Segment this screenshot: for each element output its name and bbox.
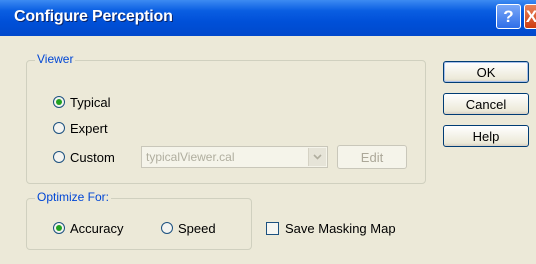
- optimize-group-label: Optimize For:: [35, 190, 112, 204]
- chevron-down-icon[interactable]: [308, 148, 326, 166]
- radio-button[interactable]: [161, 222, 173, 234]
- radio-accuracy-label: Accuracy: [70, 220, 124, 236]
- radio-speed[interactable]: Speed: [161, 219, 216, 237]
- radio-expert[interactable]: Expert: [53, 119, 108, 137]
- radio-typical-label: Typical: [70, 94, 111, 110]
- radio-typical[interactable]: Typical: [53, 93, 110, 111]
- cancel-button[interactable]: Cancel: [443, 93, 529, 115]
- close-icon[interactable]: X: [524, 4, 536, 29]
- radio-button[interactable]: [53, 151, 65, 163]
- viewer-group-label: Viewer: [35, 52, 76, 66]
- radio-button[interactable]: [53, 222, 65, 234]
- help-icon[interactable]: ?: [496, 4, 521, 29]
- save-masking-map-checkbox[interactable]: [266, 221, 279, 235]
- edit-button[interactable]: Edit: [337, 145, 407, 169]
- custom-viewer-value: typicalViewer.cal: [146, 150, 235, 164]
- radio-accuracy[interactable]: Accuracy: [53, 219, 123, 237]
- radio-custom-label: Custom: [70, 149, 115, 165]
- title-bar[interactable]: Configure Perception ? X: [0, 0, 536, 36]
- help-button[interactable]: Help: [443, 125, 529, 147]
- radio-expert-label: Expert: [70, 120, 108, 136]
- save-masking-map[interactable]: Save Masking Map: [266, 219, 396, 237]
- radio-button[interactable]: [53, 96, 65, 108]
- radio-custom[interactable]: Custom: [53, 148, 115, 166]
- custom-viewer-combo[interactable]: typicalViewer.cal: [141, 146, 328, 168]
- radio-selected-dot: [56, 225, 62, 231]
- save-masking-map-label: Save Masking Map: [285, 220, 396, 236]
- radio-button[interactable]: [53, 122, 65, 134]
- radio-selected-dot: [56, 99, 62, 105]
- window-title: Configure Perception: [14, 8, 173, 25]
- ok-button[interactable]: OK: [443, 61, 529, 83]
- dialog-window: Configure Perception ? X Viewer Typical …: [0, 0, 536, 264]
- radio-speed-label: Speed: [178, 220, 216, 236]
